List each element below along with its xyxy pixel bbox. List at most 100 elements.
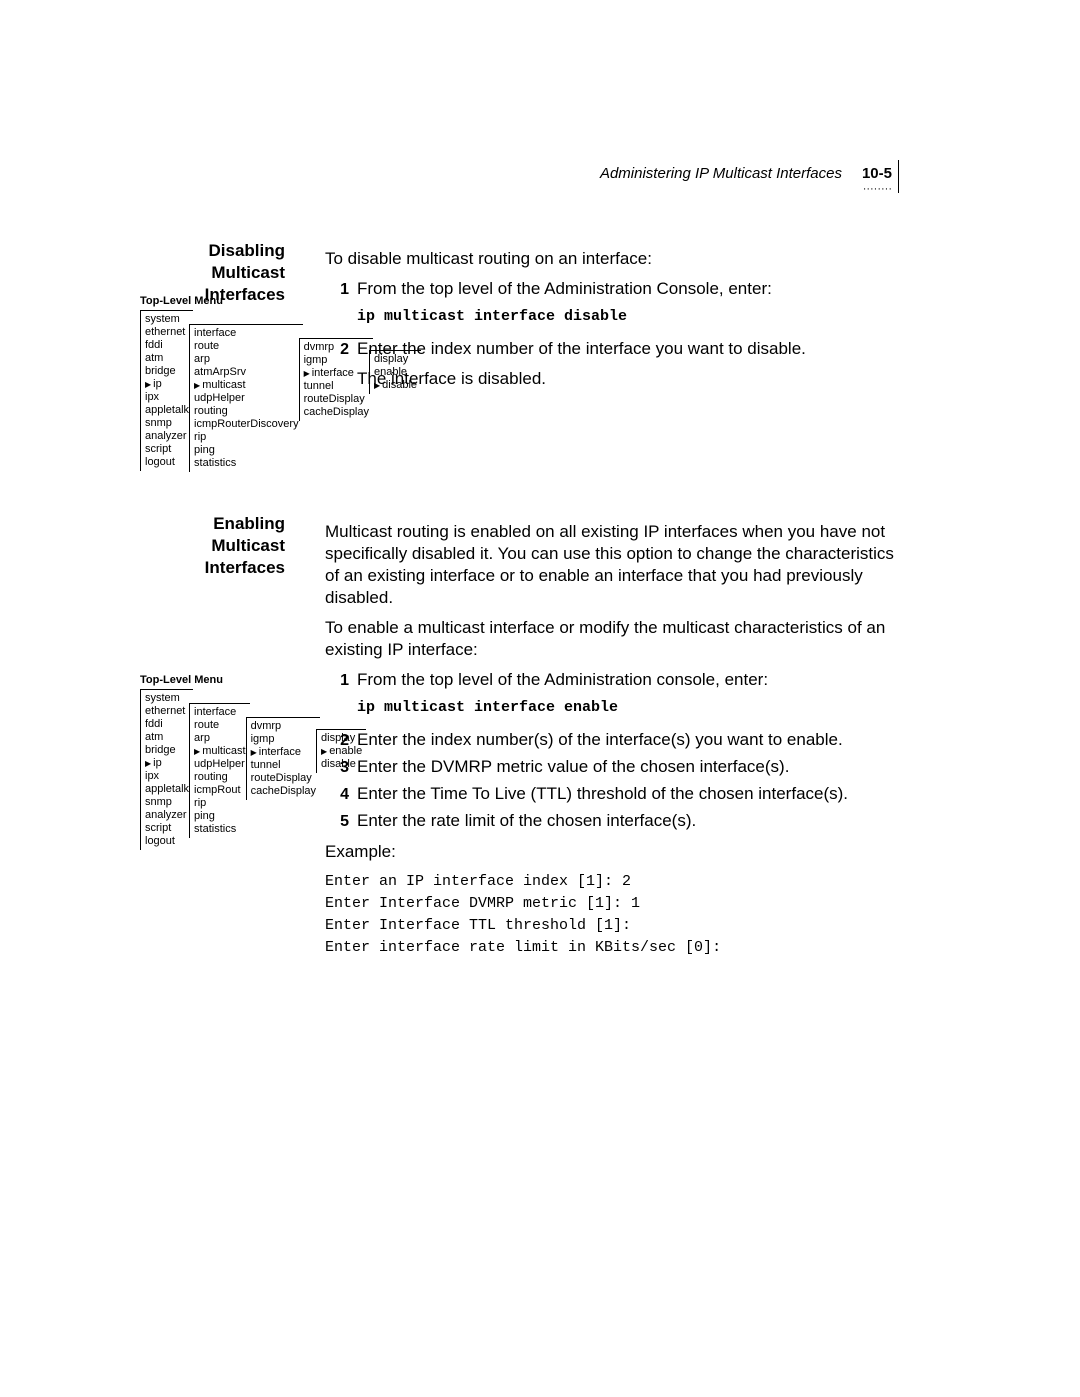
menu-col3: dvmrp igmp interface tunnel routeDisplay… [246,717,320,800]
menu-item: interface [194,706,246,719]
side-heading-enable: Enabling Multicast Interfaces [140,513,285,579]
menu-item: bridge [145,365,189,378]
menu-item: analyzer [145,430,189,443]
menu-item: statistics [194,823,246,836]
header-dots: ········ [863,183,892,195]
step-text: From the top level of the Administration… [357,669,900,691]
menu-item: interface [194,327,299,340]
menu-item: igmp [251,733,316,746]
menu-item: analyzer [145,809,189,822]
menu-col4: display enable disable [369,350,421,394]
page: Administering IP Multicast Interfaces 10… [0,0,1080,1397]
menu-item: routing [194,405,299,418]
intro: To disable multicast routing on an inter… [325,248,900,270]
menu-item: display [321,732,362,745]
menu-item: cacheDisplay [304,406,369,419]
top-level-menu-disable: Top-Level Menu system ethernet fddi atm … [140,295,421,472]
menu-item-selected: ip [145,378,189,391]
menu-item: script [145,822,189,835]
menu-item: ping [194,810,246,823]
menu-item: disable [321,758,362,771]
menu-item: dvmrp [304,341,369,354]
menu-item: cacheDisplay [251,785,316,798]
running-header: Administering IP Multicast Interfaces [600,165,842,182]
menu-item: routing [194,771,246,784]
step-2: 2 Enter the index number(s) of the inter… [325,729,900,752]
menu-item: rip [194,797,246,810]
menu-item-selected: multicast [194,745,246,758]
menu-item: script [145,443,189,456]
step-text: Enter the index number(s) of the interfa… [357,729,900,752]
menu-item: logout [145,835,189,848]
menu-item: fddi [145,718,189,731]
menu-item-selected: interface [304,367,369,380]
menu-item: route [194,340,299,353]
step-5: 5 Enter the rate limit of the chosen int… [325,810,900,833]
menu-item: logout [145,456,189,469]
menu-item: atm [145,731,189,744]
menu-item: icmpRout [194,784,246,797]
menu-item: display [374,353,417,366]
menu-item: routeDisplay [251,772,316,785]
menu-item: arp [194,353,299,366]
step-text: Enter the DVMRP metric value of the chos… [357,756,900,779]
menu-col1: system ethernet fddi atm bridge ip ipx a… [140,310,193,471]
menu-item: system [145,692,189,705]
result: The interface is disabled. [357,368,900,390]
menu-item: fddi [145,339,189,352]
menu-item: ipx [145,391,189,404]
menu-title: Top-Level Menu [140,295,421,308]
menu-item: ping [194,444,299,457]
menu-item: arp [194,732,246,745]
menu-item: system [145,313,189,326]
menu-item: rip [194,431,299,444]
intro: Multicast routing is enabled on all exis… [325,521,900,609]
menu-item: icmpRouterDiscovery [194,418,299,431]
step-text: Enter the index number of the interface … [357,338,900,360]
menu-col3: dvmrp igmp interface tunnel routeDisplay… [299,338,373,421]
menu-item: route [194,719,246,732]
step-3: 3 Enter the DVMRP metric value of the ch… [325,756,900,779]
menu-item: appletalk [145,783,189,796]
menu-col1: system ethernet fddi atm bridge ip ipx a… [140,689,193,850]
menu-col4: display enable disable [316,729,366,773]
menu-item-selected: disable [374,379,417,392]
menu-item: atmArpSrv [194,366,299,379]
menu-item-selected: interface [251,746,316,759]
step-text: From the top level of the Administration… [357,278,900,300]
menu-item: tunnel [304,380,369,393]
menu-item: bridge [145,744,189,757]
menu-item: ethernet [145,705,189,718]
menu-item: appletalk [145,404,189,417]
code: ip multicast interface disable [357,306,900,328]
header-rule [898,160,899,193]
code: ip multicast interface enable [357,697,900,719]
example-code: Enter an IP interface index [1]: 2 Enter… [325,871,900,959]
top-level-menu-enable: Top-Level Menu system ethernet fddi atm … [140,674,366,850]
body-enable: Multicast routing is enabled on all exis… [325,521,900,959]
menu-col2: interface route arp atmArpSrv multicast … [189,324,303,472]
page-number: 10-5 [862,165,892,182]
menu-item: ipx [145,770,189,783]
menu-item: igmp [304,354,369,367]
menu-item: statistics [194,457,299,470]
menu-item-selected: enable [321,745,362,758]
menu-item-selected: ip [145,757,189,770]
step-1: 1 From the top level of the Administrati… [325,669,900,725]
menu-item: snmp [145,417,189,430]
step-text: Enter the rate limit of the chosen inter… [357,810,900,833]
step-text: Enter the Time To Live (TTL) threshold o… [357,783,900,806]
step-4: 4 Enter the Time To Live (TTL) threshold… [325,783,900,806]
menu-item: udpHelper [194,392,299,405]
lead2: To enable a multicast interface or modif… [325,617,900,661]
menu-col2: interface route arp multicast udpHelper … [189,703,250,838]
menu-item: snmp [145,796,189,809]
menu-item-selected: multicast [194,379,299,392]
menu-item: tunnel [251,759,316,772]
menu-item: ethernet [145,326,189,339]
menu-item: atm [145,352,189,365]
menu-item: dvmrp [251,720,316,733]
menu-item: routeDisplay [304,393,369,406]
menu-item: udpHelper [194,758,246,771]
example-label: Example: [325,841,900,863]
